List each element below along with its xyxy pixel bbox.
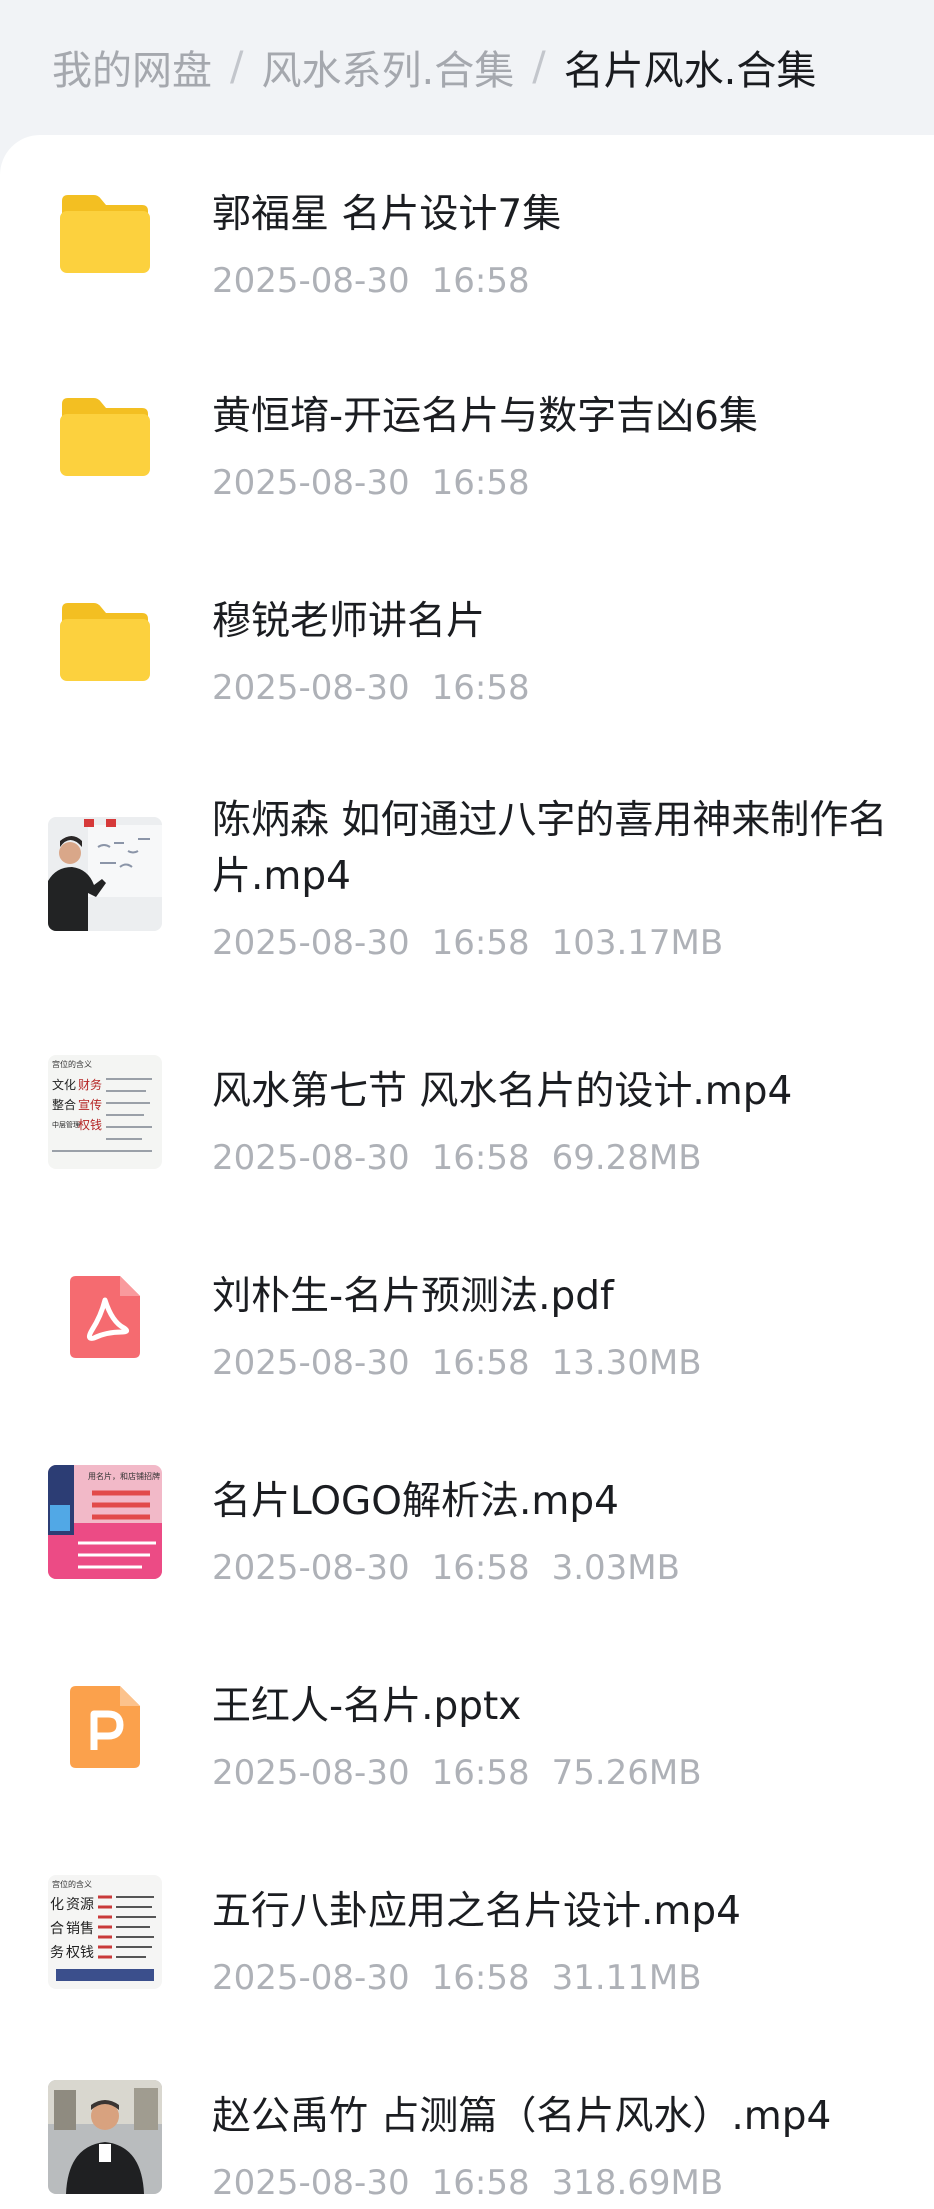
- file-name: 穆锐老师讲名片: [212, 599, 486, 644]
- file-meta: 2025-08-30 16:58: [212, 259, 552, 303]
- file-time: 16:58: [431, 2163, 530, 2203]
- list-item-video[interactable]: 宫位的含义 文化 财务 整合 宣传 中层管理 权钱 风水第七节 风水名片的设计.…: [0, 1010, 934, 1215]
- breadcrumb-parent[interactable]: 风水系列.合集: [261, 38, 514, 96]
- list-item-folder[interactable]: 黄恒堉-开运名片与数字吉凶6集 2025-08-30 16:58: [0, 335, 934, 540]
- file-time: 16:58: [431, 668, 530, 708]
- thumbnail-text: 财务: [78, 1077, 102, 1092]
- file-meta: 2025-08-30 16:58 69.28MB: [212, 1136, 724, 1180]
- video-thumbnail: 宫位的含义 化 资源 合 销售 务 权钱: [48, 1875, 162, 1989]
- list-item-video[interactable]: 陈炳森 如何通过八字的喜用神来制作名片.mp4 2025-08-30 16:58 1…: [0, 745, 934, 1010]
- file-meta: 2025-08-30 16:58 3.03MB: [212, 1546, 702, 1590]
- file-size: 75.26MB: [551, 1753, 702, 1793]
- file-time: 16:58: [431, 923, 530, 963]
- list-item-video[interactable]: 用名片，和店铺招牌 名片LOGO解析法.mp4 2025-08-30 16:58 3…: [0, 1420, 934, 1625]
- file-size: 31.11MB: [551, 1958, 702, 1998]
- list-item-folder[interactable]: 穆锐老师讲名片 2025-08-30 16:58: [0, 540, 934, 745]
- file-meta: 2025-08-30 16:58 103.17MB: [212, 921, 745, 965]
- file-time: 16:58: [431, 1138, 530, 1178]
- video-thumbnail: [48, 2080, 162, 2194]
- list-item-video[interactable]: 宫位的含义 化 资源 合 销售 务 权钱 五行八卦应用之名片设计.mp4 202…: [0, 1830, 934, 2035]
- breadcrumb: 我的网盘 / 风水系列.合集 / 名片风水.合集: [0, 0, 934, 135]
- thumbnail-title: 宫位的含义: [52, 1059, 92, 1069]
- ppt-icon: [70, 1686, 140, 1768]
- file-size: 318.69MB: [551, 2163, 724, 2203]
- thumbnail-title: 宫位的含义: [52, 1879, 92, 1889]
- file-meta: 2025-08-30 16:58 75.26MB: [212, 1751, 724, 1795]
- file-date: 2025-08-30: [212, 668, 410, 708]
- thumbnail-title: 用名片，和店铺招牌: [88, 1471, 160, 1481]
- list-item-video[interactable]: 赵公禹竹 占测篇（名片风水）.mp4 2025-08-30 16:58 318.69…: [0, 2035, 934, 2209]
- thumbnail-text: 中层管理: [52, 1120, 80, 1129]
- file-meta: 2025-08-30 16:58: [212, 461, 552, 505]
- video-thumbnail: 宫位的含义 文化 财务 整合 宣传 中层管理 权钱: [48, 1055, 162, 1169]
- thumbnail-text: 权钱: [66, 1945, 94, 1961]
- file-name: 刘朴生-名片预测法.pdf: [212, 1274, 614, 1319]
- folder-icon: [60, 603, 150, 681]
- thumbnail-text: 整合: [52, 1097, 76, 1112]
- video-thumbnail: 用名片，和店铺招牌: [48, 1465, 162, 1579]
- file-time: 16:58: [431, 1343, 530, 1383]
- file-meta: 2025-08-30 16:58: [212, 666, 552, 710]
- video-thumbnail: [48, 817, 162, 931]
- file-meta: 2025-08-30 16:58 31.11MB: [212, 1956, 724, 2000]
- file-time: 16:58: [431, 1753, 530, 1793]
- file-date: 2025-08-30: [212, 1548, 410, 1588]
- list-item-folder[interactable]: 郭福星 名片设计7集 2025-08-30 16:58: [0, 135, 934, 335]
- file-meta: 2025-08-30 16:58 318.69MB: [212, 2161, 745, 2205]
- file-size: 3.03MB: [551, 1548, 680, 1588]
- file-size: 13.30MB: [551, 1343, 702, 1383]
- file-date: 2025-08-30: [212, 261, 410, 301]
- file-time: 16:58: [431, 261, 530, 301]
- thumbnail-text: 务: [50, 1945, 64, 1961]
- file-name: 五行八卦应用之名片设计.mp4: [212, 1889, 741, 1934]
- file-time: 16:58: [431, 1958, 530, 1998]
- file-name: 王红人-名片.pptx: [212, 1684, 522, 1729]
- list-item-pdf[interactable]: 刘朴生-名片预测法.pdf 2025-08-30 16:58 13.30MB: [0, 1215, 934, 1420]
- breadcrumb-separator: /: [532, 44, 546, 90]
- file-name: 赵公禹竹 占测篇（名片风水）.mp4: [212, 2094, 832, 2139]
- thumbnail-text: 合: [50, 1921, 64, 1937]
- file-name: 名片LOGO解析法.mp4: [212, 1479, 619, 1524]
- breadcrumb-separator: /: [230, 44, 244, 90]
- file-date: 2025-08-30: [212, 463, 410, 503]
- file-date: 2025-08-30: [212, 2163, 410, 2203]
- folder-icon: [60, 195, 150, 273]
- file-list: 郭福星 名片设计7集 2025-08-30 16:58 黄恒堉-开运名片与数字吉凶…: [0, 135, 934, 2209]
- thumbnail-text: 文化: [52, 1077, 76, 1092]
- breadcrumb-root[interactable]: 我的网盘: [52, 38, 212, 96]
- thumbnail-text: 化: [50, 1897, 64, 1913]
- file-size: 69.28MB: [551, 1138, 702, 1178]
- thumbnail-text: 销售: [66, 1921, 94, 1937]
- file-name: 陈炳森 如何通过八字的喜用神来制作名片.mp4: [212, 798, 888, 899]
- file-name: 郭福星 名片设计7集: [212, 192, 562, 237]
- thumbnail-text: 权钱: [78, 1117, 102, 1132]
- file-name: 风水第七节 风水名片的设计.mp4: [212, 1069, 793, 1114]
- list-item-ppt[interactable]: 王红人-名片.pptx 2025-08-30 16:58 75.26MB: [0, 1625, 934, 1830]
- file-date: 2025-08-30: [212, 1138, 410, 1178]
- file-name: 黄恒堉-开运名片与数字吉凶6集: [212, 394, 758, 439]
- file-size: 103.17MB: [551, 923, 724, 963]
- file-meta: 2025-08-30 16:58 13.30MB: [212, 1341, 724, 1385]
- file-date: 2025-08-30: [212, 1753, 410, 1793]
- pdf-icon: [70, 1276, 140, 1358]
- breadcrumb-current: 名片风水.合集: [563, 48, 817, 94]
- file-time: 16:58: [431, 463, 530, 503]
- thumbnail-text: 资源: [66, 1897, 94, 1913]
- file-date: 2025-08-30: [212, 923, 410, 963]
- file-date: 2025-08-30: [212, 1343, 410, 1383]
- file-time: 16:58: [431, 1548, 530, 1588]
- file-date: 2025-08-30: [212, 1958, 410, 1998]
- folder-icon: [60, 398, 150, 476]
- thumbnail-text: 宣传: [78, 1097, 102, 1112]
